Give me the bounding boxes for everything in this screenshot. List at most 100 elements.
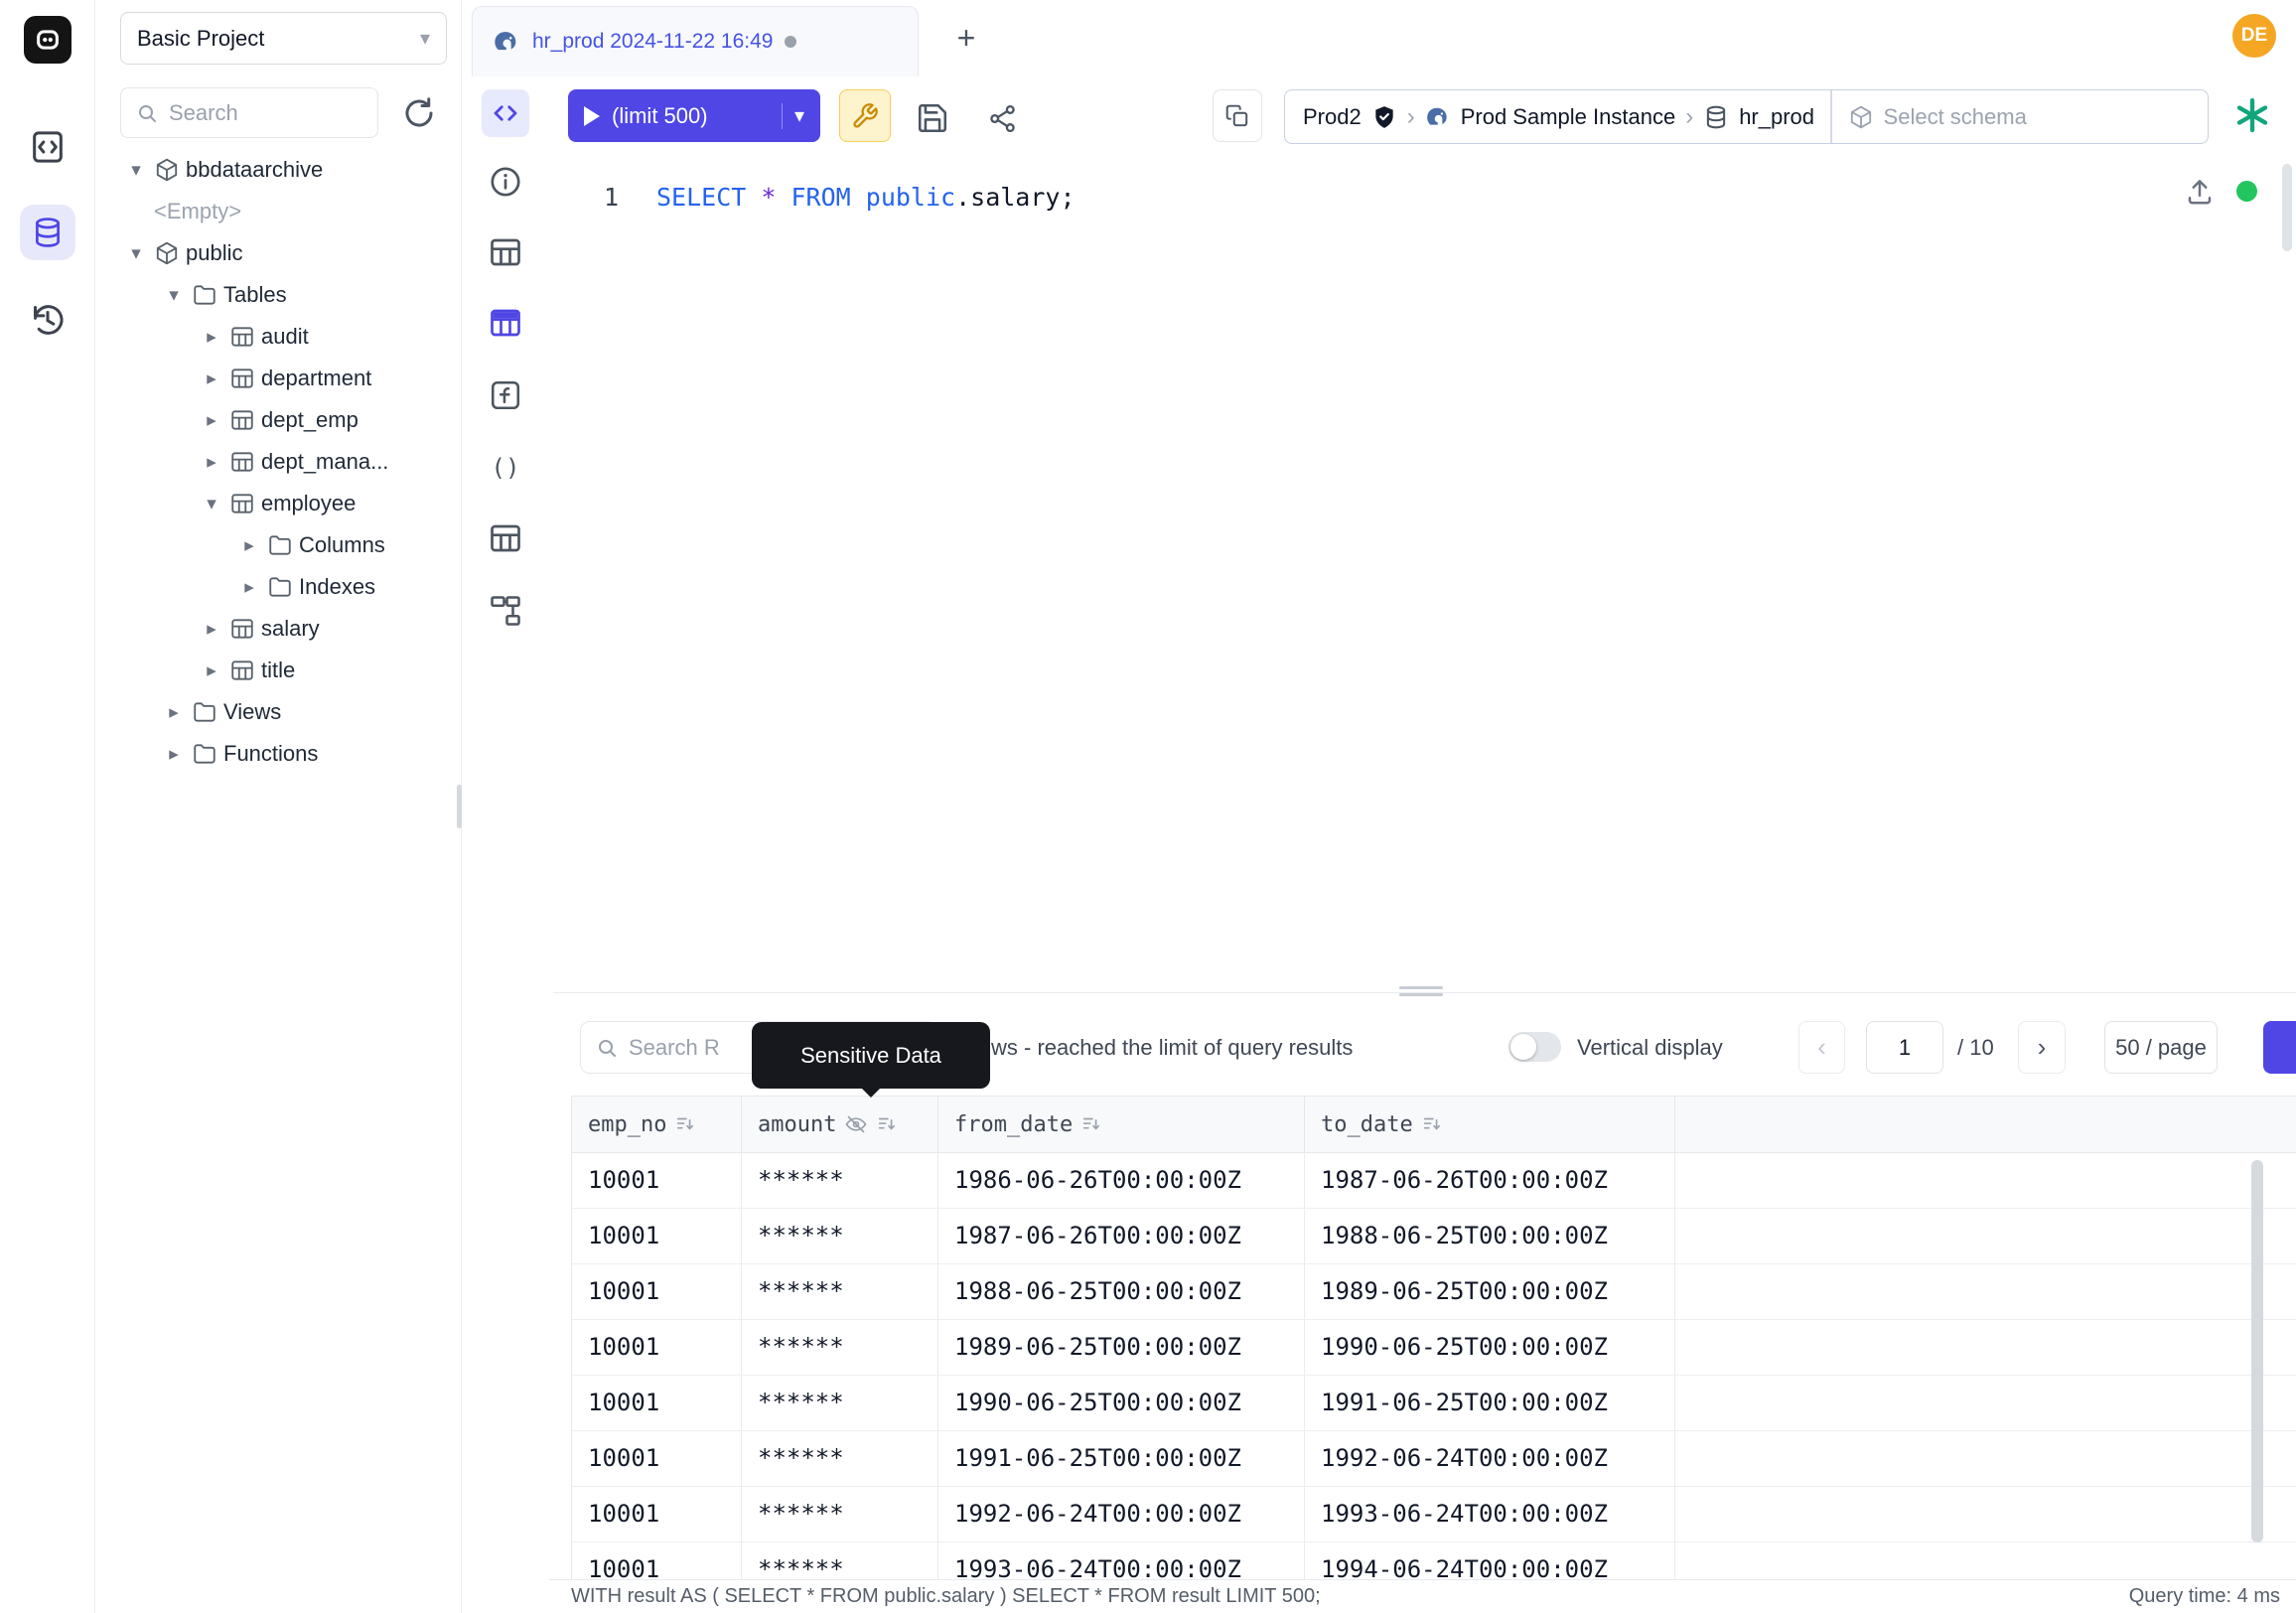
table-row: 10001******1988-06-25T00:00:00Z1989-06-2…	[572, 1264, 2296, 1320]
table-structure-icon[interactable]	[488, 520, 523, 556]
results-scrollbar-thumb[interactable]	[2251, 1160, 2263, 1542]
code-panel-button[interactable]	[482, 89, 529, 137]
table-cell-filler	[1675, 1431, 2296, 1486]
sort-icon[interactable]	[876, 1113, 898, 1135]
new-tab-button[interactable]: +	[944, 16, 988, 60]
connection-breadcrumb: Prod2 › Prod Sample Instance › hr_prod	[1284, 89, 2209, 144]
sort-icon[interactable]	[1421, 1113, 1443, 1135]
schema-selector[interactable]: Select schema	[1832, 104, 2043, 130]
sort-icon[interactable]	[1080, 1113, 1102, 1135]
database-selector[interactable]: hr_prod	[1703, 104, 1814, 130]
play-icon	[584, 106, 600, 126]
editor-scrollbar-thumb[interactable]	[2282, 164, 2292, 251]
splitter-handle[interactable]	[1399, 986, 1443, 989]
tree-item-label: dept_emp	[261, 407, 359, 433]
tree-item-indexes[interactable]: ▸Indexes	[95, 566, 462, 608]
tree-item-title[interactable]: ▸title	[95, 650, 462, 691]
caret-icon[interactable]: ▾	[124, 242, 148, 265]
sql-editor[interactable]: 1 SELECT * FROM public.salary;	[549, 157, 2296, 992]
sort-icon[interactable]	[674, 1113, 696, 1135]
table-panel-icon[interactable]	[488, 234, 523, 270]
caret-icon[interactable]: ▾	[162, 284, 186, 307]
splitter-handle[interactable]	[1399, 993, 1443, 996]
save-icon[interactable]	[916, 101, 949, 135]
column-header-from_date[interactable]: from_date	[938, 1097, 1305, 1152]
refresh-icon[interactable]	[401, 95, 437, 131]
project-select[interactable]: Basic Project ▾	[120, 12, 447, 65]
caret-icon[interactable]: ▸	[200, 326, 223, 349]
caret-icon[interactable]: ▸	[200, 660, 223, 682]
run-query-button[interactable]: (limit 500) ▾	[568, 89, 820, 142]
tree-item-department[interactable]: ▸department	[95, 358, 462, 399]
history-nav-icon[interactable]	[28, 300, 68, 340]
tree-item-empty[interactable]: <Empty>	[95, 191, 462, 232]
column-header-amount[interactable]: amount	[742, 1097, 938, 1152]
info-icon[interactable]	[488, 164, 523, 200]
run-options-chevron[interactable]: ▾	[794, 103, 804, 128]
column-header-to_date[interactable]: to_date	[1305, 1097, 1675, 1152]
instance-selector[interactable]: Prod Sample Instance	[1425, 104, 1675, 130]
share-icon[interactable]	[987, 103, 1018, 134]
caret-icon[interactable]: ▸	[162, 701, 186, 724]
code-token: public	[866, 183, 955, 212]
chevron-down-icon: ▾	[420, 26, 430, 51]
table-cell: 10001	[572, 1542, 742, 1579]
tree-item-bbdataarchive[interactable]: ▾bbdataarchive	[95, 149, 462, 191]
page-size-select[interactable]: 50 / page	[2104, 1021, 2218, 1074]
app-logo[interactable]	[24, 16, 72, 64]
toggle-knob	[1510, 1034, 1536, 1060]
tree-item-views[interactable]: ▸Views	[95, 691, 462, 733]
sidebar-search-input[interactable]	[169, 100, 363, 126]
caret-icon[interactable]: ▸	[200, 367, 223, 390]
caret-icon[interactable]: ▸	[200, 409, 223, 432]
panel-action-button[interactable]	[2263, 1021, 2296, 1074]
tree-item-dept-mana[interactable]: ▸dept_mana...	[95, 441, 462, 483]
copy-connection-button[interactable]	[1213, 89, 1262, 142]
table-cell-filler	[1675, 1487, 2296, 1541]
column-header-emp_no[interactable]: emp_no	[572, 1097, 742, 1152]
schema-diagram-icon[interactable]	[488, 593, 523, 629]
table-cell: 1988-06-25T00:00:00Z	[938, 1264, 1305, 1319]
tree-item-columns[interactable]: ▸Columns	[95, 524, 462, 566]
tree-item-label: public	[186, 240, 242, 266]
format-sql-button[interactable]	[839, 89, 891, 142]
parentheses-icon[interactable]: ()	[488, 450, 523, 486]
tree-item-audit[interactable]: ▸audit	[95, 316, 462, 358]
tree-item-salary[interactable]: ▸salary	[95, 608, 462, 650]
caret-icon[interactable]: ▸	[162, 743, 186, 766]
data-grid-icon[interactable]	[488, 305, 523, 341]
sidebar-search[interactable]	[120, 87, 378, 138]
tree-item-tables[interactable]: ▾Tables	[95, 274, 462, 316]
tree-item-functions[interactable]: ▸Functions	[95, 733, 462, 775]
app-window: Basic Project ▾ ▾bbdataarchive<Empty>▾pu…	[0, 0, 2296, 1613]
table-cell: 1993-06-24T00:00:00Z	[938, 1542, 1305, 1579]
environment-selector[interactable]: Prod2	[1303, 104, 1397, 130]
schema-box-icon	[1848, 104, 1874, 130]
page-number-input[interactable]: 1	[1866, 1021, 1943, 1074]
code-token	[851, 183, 866, 212]
editor-tab-active[interactable]: hr_prod 2024-11-22 16:49	[472, 6, 919, 76]
tree-item-dept-emp[interactable]: ▸ dept_emp	[95, 399, 462, 441]
vertical-display-toggle[interactable]	[1508, 1032, 1561, 1062]
ai-assistant-icon[interactable]	[2232, 95, 2272, 135]
table-cell-filler	[1675, 1376, 2296, 1430]
caret-icon[interactable]: ▸	[237, 576, 261, 599]
database-nav-active[interactable]	[20, 205, 75, 260]
table-cell: 1989-06-25T00:00:00Z	[1305, 1264, 1675, 1319]
caret-icon[interactable]: ▸	[200, 451, 223, 474]
upload-icon[interactable]	[2185, 177, 2215, 207]
prev-page-button[interactable]: ‹	[1798, 1021, 1845, 1074]
function-icon[interactable]	[488, 377, 523, 413]
table-cell: 10001	[572, 1320, 742, 1375]
caret-icon[interactable]: ▸	[237, 534, 261, 557]
user-avatar[interactable]: DE	[2232, 14, 2276, 58]
caret-icon[interactable]: ▸	[200, 618, 223, 641]
sql-editor-nav-icon[interactable]	[28, 127, 68, 167]
caret-icon[interactable]: ▾	[200, 493, 223, 515]
eye-off-icon[interactable]	[844, 1112, 868, 1136]
tree-item-public[interactable]: ▾ public	[95, 232, 462, 274]
tree-item-employee[interactable]: ▾employee	[95, 483, 462, 524]
caret-icon[interactable]: ▾	[124, 159, 148, 182]
editor-code-line[interactable]: SELECT * FROM public.salary;	[656, 177, 1076, 219]
next-page-button[interactable]: ›	[2018, 1021, 2066, 1074]
